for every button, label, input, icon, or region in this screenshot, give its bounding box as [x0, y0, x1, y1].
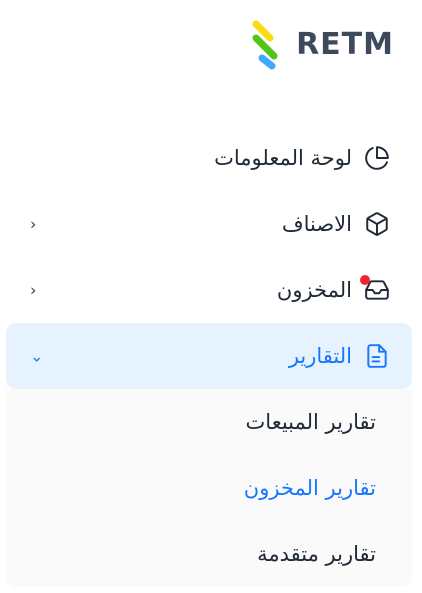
menu-item-label: المخزون: [276, 278, 352, 302]
chevron-down-icon: ⌄: [30, 346, 44, 366]
brand-logo[interactable]: RETM: [250, 18, 394, 70]
inbox-icon: [360, 275, 390, 303]
logo-mark-icon: [252, 20, 278, 70]
menu-item-label: الاصناف: [281, 212, 352, 236]
menu-item-dashboard[interactable]: لوحة المعلومات: [6, 125, 412, 191]
menu-item-reports[interactable]: التقارير ⌄: [6, 323, 412, 389]
file-text-icon: [364, 343, 390, 369]
menu-item-label: التقارير: [288, 344, 352, 368]
brand-name: RETM: [296, 26, 394, 62]
chevron-left-icon: ‹: [30, 214, 37, 234]
notification-dot: [360, 275, 370, 285]
menu-item-inventory[interactable]: المخزون ‹: [6, 257, 412, 323]
chevron-left-icon: ‹: [30, 280, 37, 300]
pie-chart-icon: [364, 145, 390, 171]
menu-item-label: لوحة المعلومات: [214, 146, 352, 170]
submenu-item-inventory-reports[interactable]: تقارير المخزون: [6, 455, 412, 521]
sidebar-menu: لوحة المعلومات الاصناف ‹ المخزون ‹ التقا…: [6, 125, 412, 587]
reports-submenu: تقارير المبيعات تقارير المخزون تقارير مت…: [6, 389, 412, 587]
box-icon: [364, 211, 390, 237]
menu-item-categories[interactable]: الاصناف ‹: [6, 191, 412, 257]
submenu-item-advanced-reports[interactable]: تقارير متقدمة: [6, 521, 412, 587]
submenu-item-sales-reports[interactable]: تقارير المبيعات: [6, 389, 412, 455]
